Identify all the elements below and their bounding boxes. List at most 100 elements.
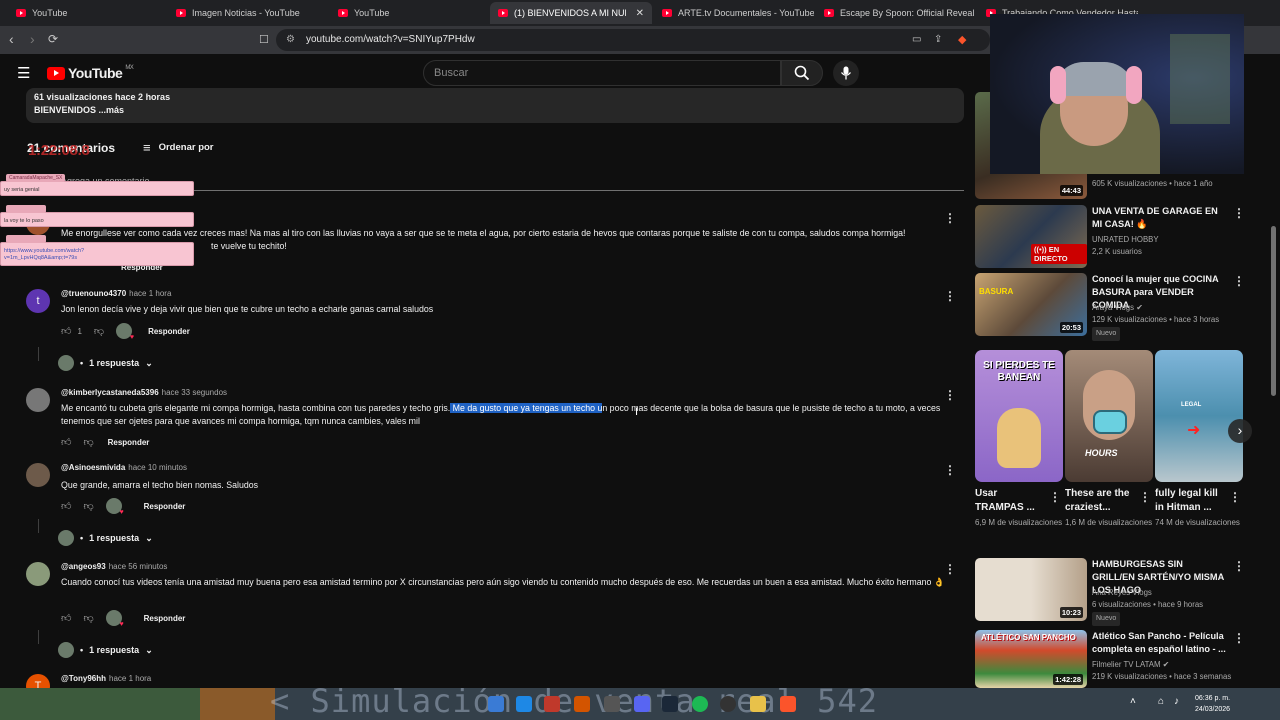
brave-icon[interactable]: [780, 696, 796, 712]
comment-time[interactable]: hace 33 segundos: [162, 388, 227, 397]
video-title[interactable]: Atlético San Pancho - Película completa …: [1092, 630, 1227, 656]
channel-name[interactable]: UNRATED HOBBY: [1092, 234, 1242, 246]
avatar[interactable]: t: [26, 289, 50, 313]
reply-button[interactable]: Responder: [144, 502, 186, 511]
system-clock[interactable]: 06:36 p. m. 24/03/2026: [1195, 693, 1230, 715]
short-title[interactable]: These are the craziest...: [1065, 487, 1137, 515]
replies-toggle[interactable]: • 1 respuesta ⌄: [58, 355, 153, 371]
volume-icon[interactable]: ♪: [1174, 696, 1179, 707]
search-button[interactable]: [781, 60, 823, 86]
short-thumbnail[interactable]: HOURS: [1065, 350, 1153, 482]
related-video[interactable]: BASURA 20:53 Conocí la mujer que COCINA …: [975, 273, 1255, 341]
dislike-icon[interactable]: 👎︎: [83, 436, 93, 448]
related-video[interactable]: ATLÉTICO SAN PANCHO 1:42:28 Atlético San…: [975, 630, 1255, 688]
more-options-icon[interactable]: ⋮: [1233, 206, 1245, 220]
more-options-icon[interactable]: ⋮: [944, 211, 956, 225]
video-description[interactable]: 61 visualizaciones hace 2 horas BIENVENI…: [26, 88, 964, 123]
menu-icon[interactable]: ☰: [17, 64, 30, 82]
app-icon[interactable]: [544, 696, 560, 712]
app-icon[interactable]: [750, 696, 766, 712]
avatar[interactable]: [26, 562, 50, 586]
more-options-icon[interactable]: ⋮: [944, 388, 956, 402]
discord-icon[interactable]: [634, 696, 650, 712]
avatar[interactable]: [26, 463, 50, 487]
short-video[interactable]: SI PIERDES TE BANEAN Usar TRAMPAS ... 6,…: [975, 350, 1063, 529]
network-icon[interactable]: ⌂: [1158, 696, 1164, 707]
short-title[interactable]: Usar TRAMPAS ...: [975, 487, 1047, 515]
reply-button[interactable]: Responder: [108, 438, 150, 447]
dislike-icon[interactable]: 👎︎: [94, 325, 104, 337]
sort-comments-button[interactable]: ≡ Ordenar por: [143, 140, 214, 155]
url-field[interactable]: ⚙ youtube.com/watch?v=SNIYup7PHdw: [276, 29, 990, 51]
cast-icon[interactable]: ▭: [912, 34, 921, 45]
close-tab-icon[interactable]: ✕: [636, 8, 644, 19]
windows-start-icon[interactable]: [488, 696, 504, 712]
replies-toggle[interactable]: • 1 respuesta ⌄: [58, 530, 153, 546]
shorts-next-button[interactable]: ›: [1228, 419, 1252, 443]
more-options-icon[interactable]: ⋮: [1233, 559, 1245, 573]
short-video[interactable]: LEGAL ➜ fully legal kill in Hitman ... 7…: [1155, 350, 1243, 529]
brave-shield-icon[interactable]: ◆: [958, 33, 966, 46]
channel-name[interactable]: Ana Reyes Vlogs: [1092, 587, 1242, 599]
comment-time[interactable]: hace 56 minutos: [109, 562, 168, 571]
short-thumbnail[interactable]: LEGAL ➜: [1155, 350, 1243, 482]
like-icon[interactable]: 👍︎: [61, 436, 71, 448]
page-scrollbar[interactable]: [1271, 226, 1276, 396]
more-options-icon[interactable]: ⋮: [944, 289, 956, 303]
browser-tab-active[interactable]: (1) BIENVENIDOS A MI NUEVO ✕: [490, 2, 652, 24]
browser-tab[interactable]: YouTube: [330, 2, 490, 24]
more-options-icon[interactable]: ⋮: [1229, 490, 1241, 504]
author-handle[interactable]: @kimberlycastaneda5396: [61, 388, 159, 397]
channel-name[interactable]: Araya Vlogs ✔: [1092, 302, 1242, 314]
browser-tab[interactable]: Imagen Noticias - YouTube: [168, 2, 328, 24]
author-handle[interactable]: @Tony96hh: [61, 674, 106, 683]
forward-arrow-icon[interactable]: ›: [30, 31, 35, 47]
like-icon[interactable]: 👍︎: [61, 325, 71, 337]
comment-time[interactable]: hace 1 hora: [129, 289, 171, 298]
more-options-icon[interactable]: ⋮: [1233, 631, 1245, 645]
comment-time[interactable]: hace 1 hora: [109, 674, 151, 683]
short-thumbnail[interactable]: SI PIERDES TE BANEAN: [975, 350, 1063, 482]
more-options-icon[interactable]: ⋮: [1233, 274, 1245, 288]
app-icon[interactable]: [574, 696, 590, 712]
video-thumbnail[interactable]: ((•)) EN DIRECTO: [975, 205, 1087, 268]
back-arrow-icon[interactable]: ‹: [9, 31, 14, 47]
video-thumbnail[interactable]: 10:23: [975, 558, 1087, 621]
reply-button[interactable]: Responder: [148, 327, 190, 336]
more-options-icon[interactable]: ⋮: [944, 562, 956, 576]
avatar[interactable]: T: [26, 674, 50, 688]
dislike-icon[interactable]: 👎︎: [83, 500, 93, 512]
related-video[interactable]: ((•)) EN DIRECTO UNA VENTA DE GARAGE EN …: [975, 205, 1255, 268]
obs-icon[interactable]: [720, 696, 736, 712]
avatar[interactable]: [26, 388, 50, 412]
share-icon[interactable]: ⇪: [934, 34, 942, 45]
site-info-icon[interactable]: ⚙: [286, 34, 295, 45]
channel-name[interactable]: Filmelier TV LATAM ✔: [1092, 659, 1242, 671]
bookmark-icon[interactable]: ☐: [259, 33, 269, 46]
dislike-icon[interactable]: 👎︎: [83, 612, 93, 624]
tray-chevron-up-icon[interactable]: ˄: [1130, 696, 1136, 707]
browser-tab[interactable]: ARTE.tv Documentales - YouTube: [654, 2, 814, 24]
app-icon[interactable]: [604, 696, 620, 712]
youtube-logo[interactable]: YouTube MX: [47, 65, 134, 81]
related-video[interactable]: 10:23 HAMBURGESAS SIN GRILL/EN SARTÉN/YO…: [975, 558, 1255, 626]
video-thumbnail[interactable]: ATLÉTICO SAN PANCHO 1:42:28: [975, 630, 1087, 688]
short-video[interactable]: HOURS These are the craziest... 1,6 M de…: [1065, 350, 1153, 529]
reload-icon[interactable]: ⟳: [48, 32, 58, 46]
edge-icon[interactable]: [516, 696, 532, 712]
like-icon[interactable]: 👍︎: [61, 500, 71, 512]
replies-toggle[interactable]: • 1 respuesta ⌄: [58, 642, 153, 658]
browser-tab[interactable]: YouTube: [8, 2, 168, 24]
steam-icon[interactable]: [662, 696, 678, 712]
author-handle[interactable]: @angeos93: [61, 562, 106, 571]
more-options-icon[interactable]: ⋮: [1049, 490, 1061, 504]
author-handle[interactable]: @Asinoesmivida: [61, 463, 125, 472]
spotify-icon[interactable]: [692, 696, 708, 712]
author-handle[interactable]: @truenouno4370: [61, 289, 126, 298]
search-input[interactable]: [434, 67, 764, 79]
video-thumbnail[interactable]: BASURA 20:53: [975, 273, 1087, 336]
comment-time[interactable]: hace 10 minutos: [128, 463, 187, 472]
browser-tab[interactable]: Escape By Spoon: Official Reveal Trai: [816, 2, 976, 24]
short-title[interactable]: fully legal kill in Hitman ...: [1155, 487, 1227, 515]
voice-search-button[interactable]: [833, 60, 859, 86]
